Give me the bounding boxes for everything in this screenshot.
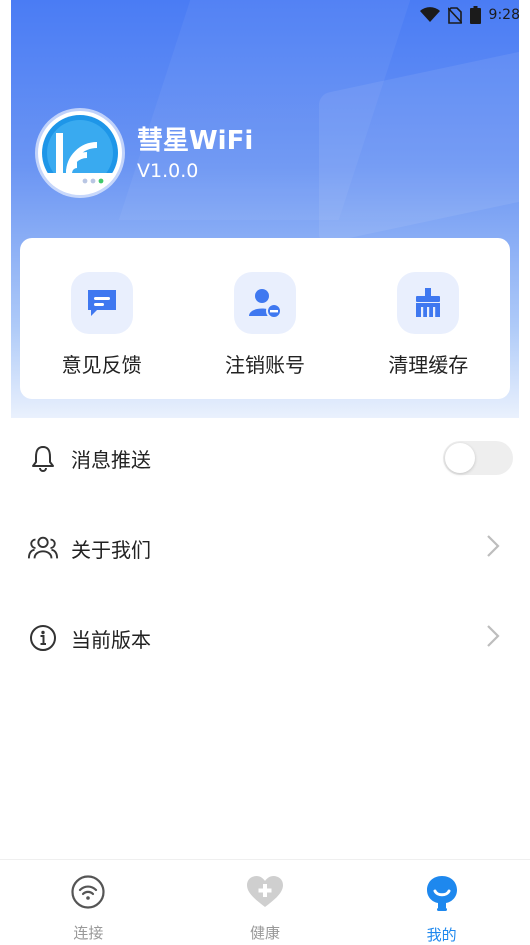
tab-connect[interactable]: 连接 — [0, 860, 177, 942]
chevron-right-icon — [486, 624, 500, 652]
heart-plus-icon — [245, 874, 285, 914]
feedback-label: 意见反馈 — [61, 353, 142, 377]
users-icon — [27, 532, 59, 564]
info-icon — [27, 622, 59, 654]
about-us-label: 关于我们 — [71, 537, 151, 562]
feedback-button[interactable]: 意见反馈 — [20, 238, 183, 399]
push-notifications-toggle[interactable] — [443, 441, 513, 475]
no-sim-icon — [447, 6, 462, 24]
chevron-right-icon — [486, 534, 500, 562]
tab-health-label: 健康 — [250, 924, 281, 942]
tab-connect-label: 连接 — [73, 924, 104, 942]
deactivate-account-label: 注销账号 — [224, 353, 305, 377]
clear-cache-label: 清理缓存 — [388, 353, 469, 377]
feedback-icon — [70, 272, 133, 334]
bell-icon — [27, 442, 59, 474]
settings-row-about-us[interactable]: 关于我们 — [0, 518, 530, 578]
broom-icon — [397, 272, 460, 334]
status-bar: 9:28 — [419, 0, 530, 30]
tab-mine[interactable]: 我的 — [353, 860, 530, 944]
battery-icon — [469, 6, 481, 24]
toggle-knob — [445, 443, 475, 473]
deactivate-account-button[interactable]: 注销账号 — [183, 238, 346, 399]
app-version: V1.0.0 — [137, 160, 199, 182]
user-remove-icon — [233, 272, 296, 334]
quick-actions-card: 意见反馈 注销账号 清理缓存 — [20, 238, 510, 399]
settings-row-push-notifications: 消息推送 — [0, 428, 530, 488]
bottom-tab-bar: 连接 健康 我的 — [0, 859, 530, 944]
tab-health[interactable]: 健康 — [177, 860, 354, 942]
app-name: 彗星WiFi — [137, 126, 254, 156]
wifi-signal-icon — [419, 7, 440, 23]
current-version-label: 当前版本 — [71, 627, 151, 652]
clear-cache-button[interactable]: 清理缓存 — [347, 238, 510, 399]
settings-row-current-version[interactable]: 当前版本 — [0, 608, 530, 668]
profile-icon — [425, 874, 459, 916]
app-logo — [38, 111, 122, 195]
push-notifications-label: 消息推送 — [71, 447, 151, 472]
wifi-icon — [70, 874, 106, 914]
status-time: 9:28 — [488, 7, 520, 23]
